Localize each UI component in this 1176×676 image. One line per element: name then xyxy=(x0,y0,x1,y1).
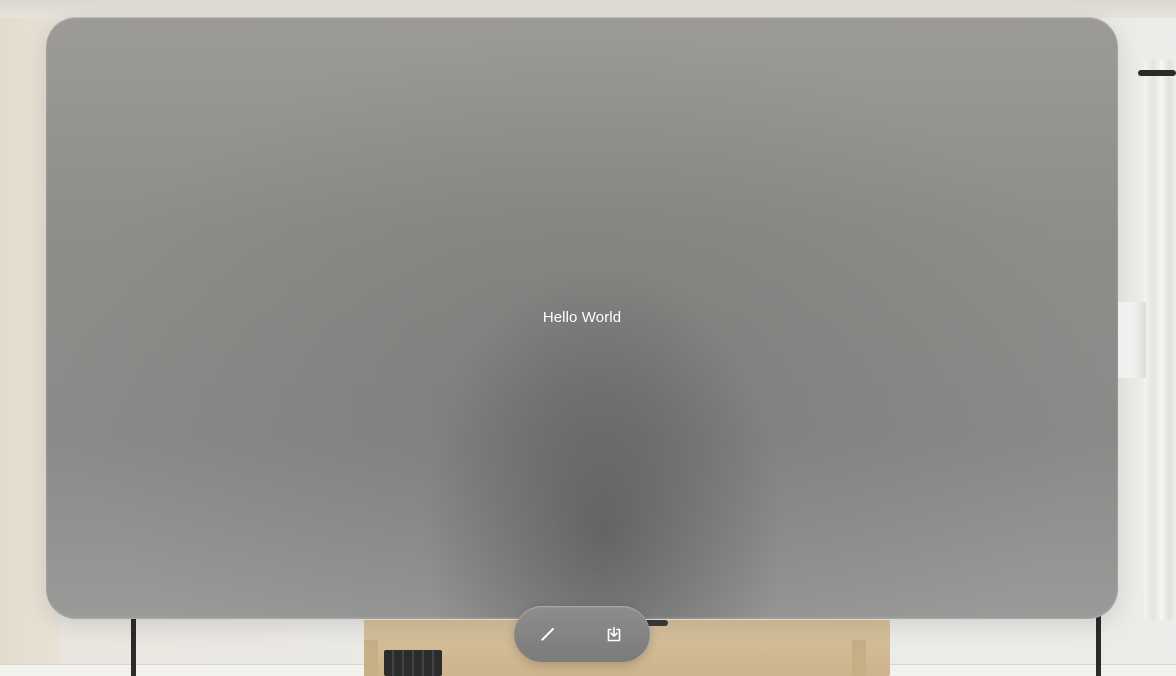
passthrough-environment: Hello World xyxy=(0,0,1176,676)
hello-world-text: Hello World xyxy=(542,309,622,326)
download-button[interactable] xyxy=(594,614,634,654)
desk-leg-right xyxy=(852,640,866,676)
download-icon xyxy=(605,625,623,643)
window-toolbar xyxy=(514,606,650,662)
stand-leg-right xyxy=(1096,616,1101,676)
lamp-shade xyxy=(1118,302,1146,378)
ceiling-edge xyxy=(0,0,1176,18)
stand-leg-left xyxy=(131,616,136,676)
shelf-items xyxy=(384,650,442,676)
edit-button[interactable] xyxy=(528,614,568,654)
curtain-rod xyxy=(1138,70,1176,76)
desk-leg-left xyxy=(364,640,378,676)
app-window[interactable]: Hello World xyxy=(46,17,1118,619)
pencil-icon xyxy=(539,625,557,643)
curtain xyxy=(1144,60,1176,620)
